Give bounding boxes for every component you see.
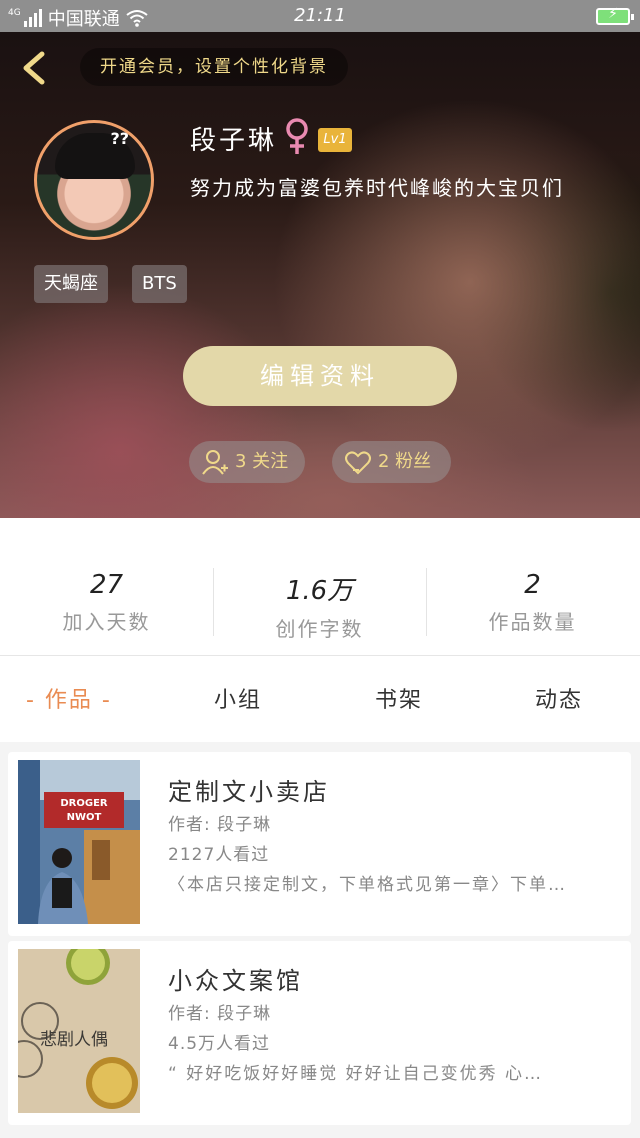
work-author: 作者: 段子琳 [168, 1004, 272, 1024]
add-user-icon [202, 450, 228, 475]
followers-count: 2 粉丝 [378, 451, 432, 472]
female-symbol-icon [286, 118, 308, 154]
cover-sign-line2: NWOT [67, 812, 102, 823]
tab-bookshelf[interactable]: 书架 [375, 682, 423, 714]
followers-button[interactable]: 2 粉丝 [332, 441, 451, 483]
tab-activity[interactable]: 动态 [535, 682, 583, 714]
work-views: 2127人看过 [168, 845, 270, 865]
status-time: 21:11 [294, 5, 346, 26]
chevron-left-icon[interactable] [16, 48, 56, 88]
status-bar: 4G 中国联通 21:11 ⚡ [0, 0, 640, 32]
vip-banner[interactable]: 开通会员，设置个性化背景 [80, 48, 348, 86]
work-title: 小众文案馆 [168, 967, 303, 995]
stats-panel: 27 加入天数 1.6万 创作字数 2 作品数量 [0, 518, 640, 656]
stat-label: 加入天数 [62, 610, 151, 634]
work-cover-image: 悲剧人偶 [18, 949, 140, 1113]
profile-header: 开通会员，设置个性化背景 ?? 段子琳 Lv1 努力成为富婆包养时代峰峻的大宝贝… [0, 32, 640, 518]
work-card[interactable]: 悲剧人偶 小众文案馆 作者: 段子琳 4.5万人看过 “ 好好吃饭好好睡觉 好好… [8, 941, 631, 1125]
work-description: “ 好好吃饭好好睡觉 好好让自己变优秀 心… [168, 1064, 544, 1084]
user-bio: 努力成为富婆包养时代峰峻的大宝贝们 [190, 176, 564, 200]
avatar[interactable]: ?? [34, 120, 154, 240]
tab-groups[interactable]: 小组 [214, 682, 262, 714]
following-button[interactable]: 3 关注 [189, 441, 305, 483]
stat-words: 1.6万 创作字数 [213, 570, 426, 642]
stat-value: 1.6万 [285, 576, 354, 606]
work-card[interactable]: DROGER NWOT 定制文小卖店 作者: 段子琳 2127人看过 〈本店只接… [8, 752, 631, 936]
level-badge: Lv1 [318, 128, 352, 152]
tag-zodiac: 天蝎座 [34, 265, 108, 303]
stat-label: 创作字数 [275, 617, 364, 641]
edit-profile-button[interactable]: 编辑资料 [183, 346, 457, 406]
heart-plus-icon [345, 451, 371, 475]
tag-interest: BTS [132, 265, 187, 303]
cover-title: 悲剧人偶 [40, 1030, 108, 1050]
stat-label: 作品数量 [488, 610, 577, 634]
username: 段子琳 [190, 126, 278, 156]
work-title: 定制文小卖店 [168, 778, 330, 806]
stat-works: 2 作品数量 [426, 570, 639, 635]
tab-bar: - 作品 - 小组 书架 动态 [0, 656, 640, 742]
work-author: 作者: 段子琳 [168, 815, 272, 835]
work-cover-image: DROGER NWOT [18, 760, 140, 924]
stat-value: 27 [89, 570, 124, 600]
cover-sign-line1: DROGER [60, 798, 108, 809]
work-views: 4.5万人看过 [168, 1034, 271, 1054]
tab-works[interactable]: - 作品 - [26, 682, 112, 714]
stat-value: 2 [524, 570, 541, 600]
stat-days: 27 加入天数 [0, 570, 213, 635]
avatar-badge: ?? [110, 129, 129, 148]
following-count: 3 关注 [235, 451, 289, 472]
work-description: 〈本店只接定制文，下单格式见第一章〉下单… [168, 875, 567, 895]
battery-charging-icon: ⚡ [596, 6, 634, 25]
